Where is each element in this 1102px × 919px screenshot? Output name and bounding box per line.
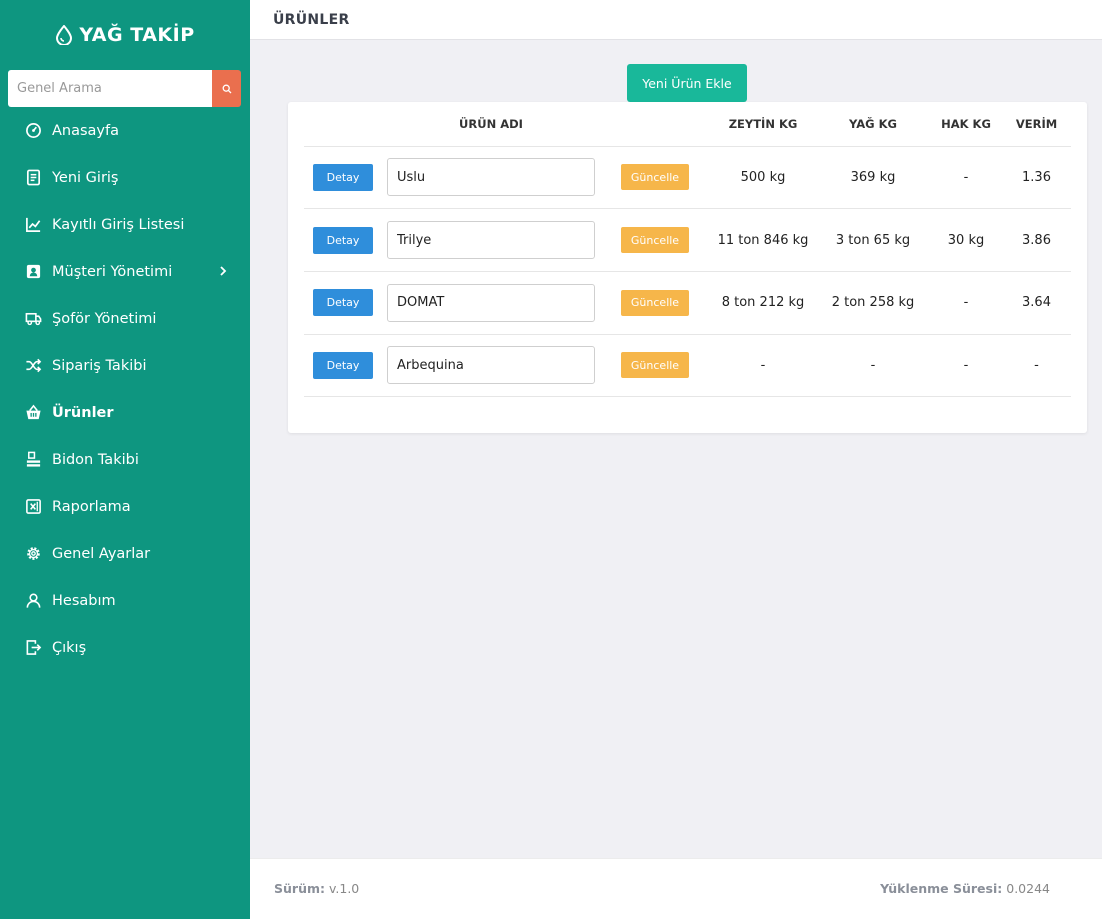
brand-logo[interactable]: YAĞ TAKİP: [0, 0, 250, 70]
table-row: Detay Güncelle 11 ton 846 kg 3 ton 65 kg…: [304, 208, 1071, 272]
sidebar-nav: Anasayfa Yeni Giriş Kayıtlı Giriş Listes…: [0, 107, 250, 671]
product-name-input[interactable]: [387, 221, 595, 260]
update-button[interactable]: Güncelle: [621, 227, 689, 254]
stack-icon: [24, 451, 42, 469]
sidebar-item-siparis[interactable]: Sipariş Takibi: [0, 342, 250, 389]
yield-cell: 1.36: [1002, 146, 1071, 210]
olive-kg-cell: 11 ton 846 kg: [710, 208, 816, 272]
hak-kg-cell: -: [930, 146, 1002, 210]
sidebar-item-label: Çıkış: [52, 639, 87, 656]
version-label: Sürüm:: [274, 881, 325, 896]
sidebar-item-label: Sipariş Takibi: [52, 357, 147, 374]
global-search: [8, 70, 241, 107]
sidebar-item-anasayfa[interactable]: Anasayfa: [0, 107, 250, 154]
products-table: ÜRÜN ADI ZEYTİN KG YAĞ KG HAK KG VERİM D…: [304, 102, 1071, 398]
product-name-input[interactable]: [387, 158, 595, 197]
update-button[interactable]: Güncelle: [621, 289, 689, 316]
sidebar-item-label: Raporlama: [52, 498, 131, 515]
detail-button[interactable]: Detay: [313, 351, 373, 379]
hak-kg-cell: 30 kg: [930, 208, 1002, 272]
truck-icon: [24, 310, 42, 328]
column-header-oil: YAĞ KG: [816, 102, 930, 147]
sidebar-item-kayitli-giris[interactable]: Kayıtlı Giriş Listesi: [0, 201, 250, 248]
contact-icon: [24, 263, 42, 281]
table-header-row: ÜRÜN ADI ZEYTİN KG YAĞ KG HAK KG VERİM: [304, 102, 1071, 147]
oil-kg-cell: 3 ton 65 kg: [816, 208, 930, 272]
sidebar-item-musteri[interactable]: Müşteri Yönetimi: [0, 248, 250, 295]
oil-kg-cell: 369 kg: [816, 146, 930, 210]
load-time-label: Yüklenme Süresi:: [880, 881, 1003, 896]
sidebar-item-urunler[interactable]: Ürünler: [0, 389, 250, 436]
column-header-action: [304, 102, 382, 147]
olive-kg-cell: -: [710, 334, 816, 398]
gear-icon: [24, 545, 42, 563]
sidebar-item-yeni-giris[interactable]: Yeni Giriş: [0, 154, 250, 201]
dashboard-icon: [24, 122, 42, 140]
olive-kg-cell: 500 kg: [710, 146, 816, 210]
column-header-hak: HAK KG: [930, 102, 1002, 147]
detail-button[interactable]: Detay: [313, 226, 373, 254]
hak-kg-cell: -: [930, 271, 1002, 335]
update-button[interactable]: Güncelle: [621, 352, 689, 379]
sidebar-item-label: Ürünler: [52, 404, 114, 421]
document-icon: [24, 169, 42, 187]
sidebar-item-ayarlar[interactable]: Genel Ayarlar: [0, 530, 250, 577]
oil-kg-cell: 2 ton 258 kg: [816, 271, 930, 335]
load-time-value: 0.0244: [1006, 881, 1050, 896]
sidebar-item-label: Hesabım: [52, 592, 116, 609]
top-bar: ÜRÜNLER: [250, 0, 1102, 40]
sidebar-item-label: Yeni Giriş: [52, 169, 119, 186]
brand-name: YAĞ TAKİP: [79, 24, 195, 46]
sidebar-item-label: Bidon Takibi: [52, 451, 139, 468]
product-name-input[interactable]: [387, 283, 595, 322]
sidebar-item-raporlama[interactable]: Raporlama: [0, 483, 250, 530]
sidebar-item-label: Anasayfa: [52, 122, 120, 139]
detail-button[interactable]: Detay: [313, 289, 373, 317]
sidebar-item-label: Kayıtlı Giriş Listesi: [52, 216, 185, 233]
column-header-olive: ZEYTİN KG: [710, 102, 816, 147]
basket-icon: [24, 404, 42, 422]
user-icon: [24, 592, 42, 610]
sidebar-item-bidon[interactable]: Bidon Takibi: [0, 436, 250, 483]
column-header-name: ÜRÜN ADI: [382, 102, 600, 147]
search-input[interactable]: [8, 70, 212, 107]
sidebar: YAĞ TAKİP Anasayfa Yeni Giriş Kayıtlı Gi…: [0, 0, 250, 919]
shuffle-icon: [24, 357, 42, 375]
hak-kg-cell: -: [930, 334, 1002, 398]
add-product-button[interactable]: Yeni Ürün Ekle: [627, 64, 747, 102]
version-value: v.1.0: [328, 881, 360, 896]
column-header-yield: VERİM: [1002, 102, 1071, 147]
sidebar-item-label: Müşteri Yönetimi: [52, 263, 173, 280]
sidebar-item-hesabim[interactable]: Hesabım: [0, 577, 250, 624]
sidebar-item-label: Şoför Yönetimi: [52, 310, 157, 327]
yield-cell: 3.64: [1002, 271, 1071, 335]
oil-drop-icon: [56, 25, 73, 45]
search-button[interactable]: [212, 70, 241, 107]
page-title: ÜRÜNLER: [273, 11, 350, 28]
footer: Sürüm: v.1.0 Yüklenme Süresi: 0.0244: [250, 858, 1102, 919]
chart-line-icon: [24, 216, 42, 234]
column-header-update: [600, 102, 710, 147]
load-time-info: Yüklenme Süresi: 0.0244: [880, 881, 1050, 896]
chevron-right-icon: [220, 266, 227, 276]
products-card: ÜRÜN ADI ZEYTİN KG YAĞ KG HAK KG VERİM D…: [288, 102, 1087, 433]
yield-cell: 3.86: [1002, 208, 1071, 272]
yield-cell: -: [1002, 334, 1071, 398]
table-row: Detay Güncelle - - - -: [304, 334, 1071, 398]
product-name-input[interactable]: [387, 346, 595, 385]
sidebar-item-sofor[interactable]: Şoför Yönetimi: [0, 295, 250, 342]
logout-icon: [24, 639, 42, 657]
table-row: Detay Güncelle 500 kg 369 kg - 1.36: [304, 146, 1071, 210]
sidebar-item-cikis[interactable]: Çıkış: [0, 624, 250, 671]
version-info: Sürüm: v.1.0: [274, 881, 359, 896]
detail-button[interactable]: Detay: [313, 163, 373, 191]
excel-icon: [24, 498, 42, 516]
oil-kg-cell: -: [816, 334, 930, 398]
olive-kg-cell: 8 ton 212 kg: [710, 271, 816, 335]
sidebar-item-label: Genel Ayarlar: [52, 545, 151, 562]
search-icon: [222, 84, 231, 93]
table-row: Detay Güncelle 8 ton 212 kg 2 ton 258 kg…: [304, 271, 1071, 335]
update-button[interactable]: Güncelle: [621, 164, 689, 191]
